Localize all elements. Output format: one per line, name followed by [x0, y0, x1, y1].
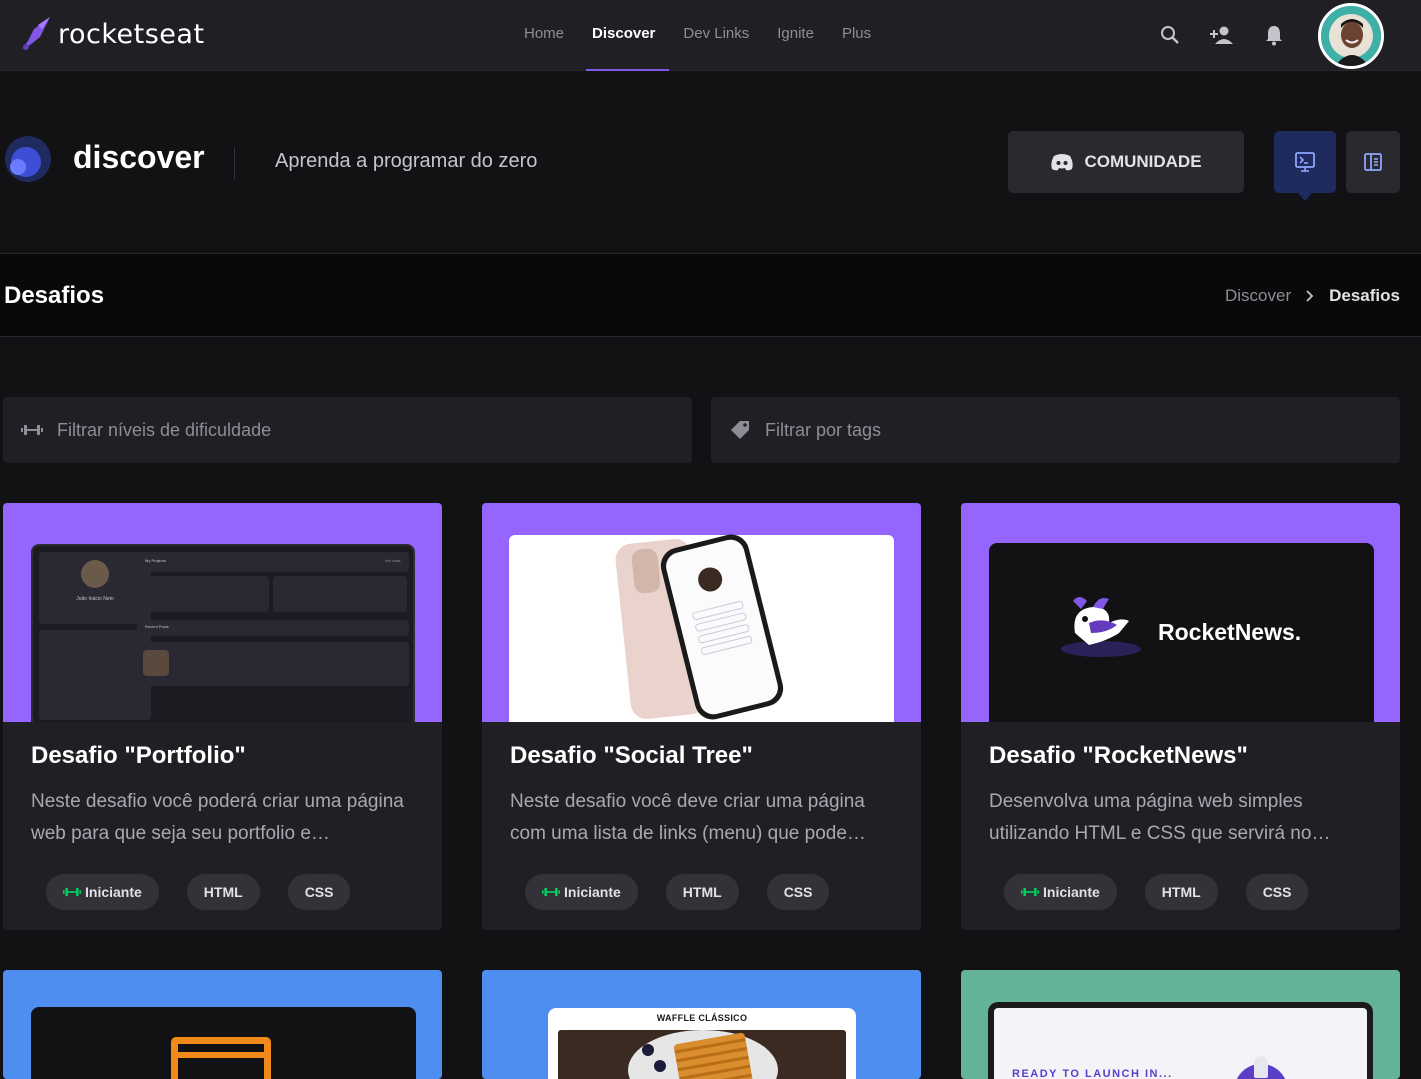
challenge-card-6[interactable]: READY TO LAUNCH IN... [961, 970, 1400, 1079]
rocketnews-mockup: RocketNews. [989, 543, 1374, 722]
view-challenges-button[interactable] [1274, 131, 1336, 201]
page-title: discover [73, 139, 205, 175]
brand-name: rocketseat [58, 18, 205, 50]
divider [234, 147, 235, 179]
chevron-right-icon [1306, 290, 1314, 302]
window-icon [171, 1037, 271, 1079]
main-nav: Home Discover Dev Links Ignite Plus [510, 0, 885, 71]
card-tags: Iniciante HTML CSS [525, 874, 830, 910]
projects-more-link: Ver mais [385, 558, 401, 563]
portfolio-mockup: João Inácio Neto My Projects Ver mais Re… [31, 544, 415, 722]
tag-level[interactable]: Iniciante [46, 874, 159, 910]
tag-html[interactable]: HTML [186, 874, 260, 910]
challenge-card-social-tree[interactable]: Desafio "Social Tree" Neste desafio você… [482, 503, 921, 930]
notifications-button[interactable] [1259, 18, 1289, 52]
card-thumbnail: READY TO LAUNCH IN... [961, 970, 1400, 1079]
card-body: Desafio "Portfolio" Neste desafio você p… [3, 722, 442, 929]
dumbbell-icon [542, 887, 560, 897]
user-avatar[interactable] [1318, 3, 1384, 69]
card-title: Desafio "Social Tree" [510, 742, 753, 769]
card-tags: Iniciante HTML CSS [1004, 874, 1309, 910]
section-title: Desafios [4, 282, 105, 309]
tag-level-label: Iniciante [85, 884, 142, 900]
card-thumbnail: RocketNews. [961, 503, 1400, 722]
profile-name-text: João Inácio Neto [76, 596, 114, 602]
rocketnews-logo-text: RocketNews. [1158, 619, 1302, 645]
view-contents-button[interactable] [1346, 131, 1400, 193]
challenge-card-portfolio[interactable]: João Inácio Neto My Projects Ver mais Re… [3, 503, 442, 930]
browser-mockup [31, 1007, 416, 1079]
tag-level-label: Iniciante [1043, 884, 1100, 900]
discover-logo-icon [5, 136, 51, 182]
card-body: Desafio "RocketNews" Desenvolva uma pági… [961, 722, 1400, 929]
breadcrumb: Discover Desafios [1225, 286, 1400, 306]
tags-filter-placeholder: Filtrar por tags [765, 419, 882, 440]
brand-logo[interactable]: rocketseat [20, 15, 205, 53]
terminal-icon [1295, 152, 1315, 172]
tag-html[interactable]: HTML [665, 874, 739, 910]
dumbbell-icon [1021, 887, 1039, 897]
bell-icon [1266, 26, 1282, 46]
add-friend-button[interactable] [1207, 18, 1237, 52]
tag-level[interactable]: Iniciante [1004, 874, 1117, 910]
tag-css[interactable]: CSS [287, 874, 351, 910]
nav-ignite[interactable]: Ignite [763, 0, 828, 71]
avatar-photo [1321, 6, 1381, 66]
card-thumbnail: João Inácio Neto My Projects Ver mais Re… [3, 503, 442, 722]
card-body: Desafio "Social Tree" Neste desafio você… [482, 722, 921, 929]
laptop-mockup: READY TO LAUNCH IN... [988, 1002, 1373, 1079]
discord-icon [1051, 154, 1074, 171]
card-description: Neste desafio você deve criar uma página… [510, 791, 866, 844]
discover-header: discover Aprenda a programar do zero COM… [0, 71, 1421, 254]
card-title: Desafio "RocketNews" [989, 742, 1248, 769]
nav-discover[interactable]: Discover [578, 0, 670, 71]
waffle-title: WAFFLE CLÁSSICO [656, 1013, 748, 1023]
nav-plus[interactable]: Plus [828, 0, 885, 71]
challenge-card-4[interactable] [3, 970, 442, 1079]
card-tags: Iniciante HTML CSS [46, 874, 351, 910]
rocket-icon [22, 17, 50, 50]
challenge-card-rocketnews[interactable]: RocketNews. Desafio "RocketNews" Desenvo… [961, 503, 1400, 930]
tag-level-label: Iniciante [564, 884, 621, 900]
tags-filter[interactable]: Filtrar por tags [711, 397, 1400, 463]
challenge-card-5[interactable]: WAFFLE CLÁSSICO [482, 970, 921, 1079]
breadcrumb-current: Desafios [1329, 286, 1400, 305]
card-description: Neste desafio você poderá criar uma pági… [31, 791, 404, 844]
card-title: Desafio "Portfolio" [31, 742, 246, 769]
dumbbell-icon [21, 425, 43, 435]
recent-posts-heading: Recent Posts [145, 624, 169, 629]
dumbbell-icon [63, 887, 81, 897]
nav-actions [1155, 18, 1289, 52]
card-thumbnail: WAFFLE CLÁSSICO [482, 970, 921, 1079]
difficulty-filter[interactable]: Filtrar níveis de dificuldade [3, 397, 692, 463]
card-thumbnail [3, 970, 442, 1079]
community-button[interactable]: COMUNIDADE [1008, 131, 1244, 193]
top-navbar: rocketseat Home Discover Dev Links Ignit… [0, 0, 1421, 71]
phone-mockup-backdrop [509, 530, 894, 722]
nav-dev-links[interactable]: Dev Links [669, 0, 763, 71]
search-icon [1161, 26, 1179, 44]
tag-icon [731, 421, 749, 439]
tag-html[interactable]: HTML [1144, 874, 1218, 910]
nav-home[interactable]: Home [510, 0, 578, 71]
search-button[interactable] [1155, 18, 1185, 52]
my-projects-heading: My Projects [145, 558, 166, 563]
waffle-mockup: WAFFLE CLÁSSICO [548, 1008, 856, 1079]
section-bar: Desafios Discover Desafios [0, 254, 1421, 337]
card-description: Desenvolva uma página web simples utiliz… [989, 791, 1331, 844]
card-thumbnail [482, 503, 921, 722]
community-button-label: COMUNIDADE [1084, 152, 1202, 171]
add-user-icon [1210, 26, 1233, 44]
tag-css[interactable]: CSS [1245, 874, 1309, 910]
difficulty-filter-placeholder: Filtrar níveis de dificuldade [57, 419, 272, 440]
tag-level[interactable]: Iniciante [525, 874, 638, 910]
page-subtitle: Aprenda a programar do zero [275, 150, 538, 172]
panel-icon [1364, 153, 1382, 171]
rocketnews-mascot-icon [1061, 597, 1141, 657]
tag-css[interactable]: CSS [766, 874, 830, 910]
breadcrumb-discover[interactable]: Discover [1225, 286, 1291, 306]
launch-text: READY TO LAUNCH IN... [1012, 1068, 1173, 1079]
